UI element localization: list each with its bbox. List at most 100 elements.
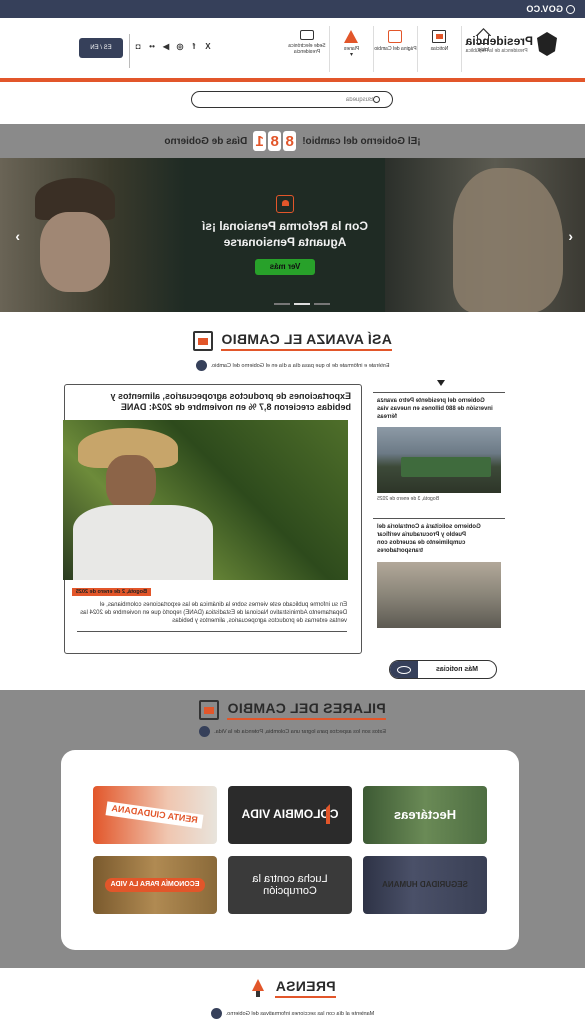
- side-news-item[interactable]: Gobierno solicitará a Contraloría del Pu…: [373, 518, 505, 632]
- side-news-item[interactable]: Gobierno del presidente Petro avanza inv…: [373, 392, 505, 507]
- x-icon[interactable]: X: [204, 42, 212, 51]
- flickr-icon[interactable]: ••: [148, 42, 156, 51]
- counter-digit: 1: [253, 131, 267, 151]
- side-news-title[interactable]: Gobierno solicitará a Contraloría del Pu…: [377, 524, 501, 555]
- news-icon: [432, 30, 447, 43]
- page-root: GOV.CO Presidencia Presidencia de la Rep…: [0, 0, 585, 1024]
- pilares-subtitle: Estos son los aspectos para lograr una C…: [214, 728, 386, 735]
- featured-news-card[interactable]: Exportaciones de productos agropecuarios…: [63, 384, 362, 654]
- prensa-title: PRENSA: [275, 978, 336, 998]
- more-news-button[interactable]: Más noticias: [389, 660, 497, 679]
- nav-item-noticias[interactable]: Noticias: [417, 26, 461, 72]
- search-input[interactable]: [198, 96, 373, 103]
- avanza-title: ASÍ AVANZA EL CAMBIO: [221, 331, 392, 351]
- bullet-icon: [195, 360, 207, 371]
- hero-person-left: [453, 168, 563, 312]
- pilar-tile-colombia-vida[interactable]: COLOMBIA VIDA: [228, 786, 352, 844]
- pilares-title: PILARES DEL CAMBIO: [227, 700, 386, 720]
- crest-icon: [537, 32, 557, 56]
- featured-news-title[interactable]: Exportaciones de productos agropecuarios…: [71, 391, 355, 414]
- featured-news-date: Bogotá, 2 de enero de 2025: [71, 587, 151, 596]
- counter-digit: 8: [268, 131, 282, 151]
- instagram-icon[interactable]: ◎: [176, 42, 184, 51]
- carousel-indicators: [274, 303, 330, 305]
- home-icon: [477, 35, 490, 44]
- header-divider: [129, 34, 130, 68]
- featured-news-text: En su informe publicado este viernes sob…: [80, 601, 347, 624]
- search-icon[interactable]: [373, 96, 380, 103]
- eye-icon: [390, 660, 418, 679]
- side-news-image[interactable]: [377, 427, 501, 494]
- govco-label: GOV.CO: [526, 4, 563, 14]
- pilares-subtitle-row: Estos son los aspectos para lograr una C…: [0, 726, 585, 737]
- govco-icon: [566, 4, 575, 14]
- days-counter-banner: ¡El Gobierno del cambio! 8 8 1 Días de G…: [0, 124, 585, 158]
- bullet-icon: [199, 726, 211, 737]
- farmer-body: [73, 504, 213, 580]
- featured-news-image[interactable]: [63, 419, 348, 580]
- hero-content: Con la Reforma Pensional ¡sí Aguanta Pen…: [185, 158, 385, 312]
- carousel-next-icon[interactable]: ›: [15, 228, 20, 244]
- counter-suffix: Días de Gobierno: [164, 135, 248, 147]
- prensa-subtitle-row: Mantente al día con las secciones inform…: [0, 1008, 585, 1019]
- side-news-date: Bogotá, 3 de enero de 2025: [377, 496, 439, 503]
- pilar-tile-corrupcion[interactable]: Lucha contra la Corrupción: [228, 856, 352, 914]
- pilar-tile-economia[interactable]: ECONOMÍA PARA LA VIDA: [93, 856, 217, 914]
- nav-item-planes[interactable]: Planes ▾: [329, 26, 373, 72]
- carousel-dot[interactable]: [274, 303, 290, 305]
- govco-logo[interactable]: GOV.CO: [526, 4, 575, 14]
- header-accent-line: [0, 78, 585, 82]
- building-icon: [199, 700, 220, 720]
- hero-person-right: [40, 212, 110, 292]
- pilar-tile-label: Lucha contra la Corrupción: [252, 872, 328, 897]
- nav-item-pagina-cambio[interactable]: Página del Cambio: [373, 26, 417, 72]
- bullet-icon: [210, 1008, 222, 1019]
- tree-icon: [344, 30, 359, 43]
- monitor-icon: [300, 30, 314, 40]
- pilar-tile-hectareas[interactable]: Hectáreas: [363, 786, 487, 844]
- scroll-up-icon[interactable]: [437, 380, 445, 386]
- search-bar: [191, 91, 393, 108]
- counter-digits: 8 8 1: [253, 131, 297, 151]
- govco-bar: GOV.CO: [0, 0, 585, 18]
- pilar-tile-seguridad[interactable]: SEGURIDAD HUMANA: [363, 856, 487, 914]
- pilares-panel: [61, 750, 519, 950]
- stripes-icon: [312, 804, 330, 824]
- newspaper-icon: [193, 331, 214, 351]
- nav-label: Página del Cambio: [374, 46, 417, 52]
- side-news-title[interactable]: Gobierno del presidente Petro avanza inv…: [377, 398, 501, 421]
- pilar-tile-label: Hectáreas: [393, 806, 457, 822]
- page-icon: [388, 30, 403, 43]
- hero-carousel: Con la Reforma Pensional ¡sí Aguanta Pen…: [0, 158, 585, 312]
- prensa-heading: PRENSA: [0, 978, 585, 998]
- avanza-subtitle: Entérate e infórmate de lo que pasa día …: [210, 362, 390, 369]
- pension-icon: [276, 195, 294, 214]
- farmer-face: [106, 454, 156, 510]
- carousel-dot[interactable]: [314, 303, 330, 305]
- pilar-tile-label: RENTA CIUDADANA: [106, 801, 204, 829]
- youtube-icon[interactable]: ▶: [162, 42, 170, 51]
- main-nav: Inicio Noticias Página del Cambio Planes…: [285, 26, 505, 72]
- more-news-label: Más noticias: [436, 666, 479, 673]
- tower-icon: [249, 979, 267, 997]
- pilar-tile-label: SEGURIDAD HUMANA: [382, 879, 468, 889]
- nav-item-inicio[interactable]: Inicio: [461, 26, 505, 72]
- nav-label: Noticias: [430, 46, 449, 52]
- carousel-dot-active[interactable]: [294, 303, 310, 305]
- counter-prefix: ¡El Gobierno del cambio!: [302, 135, 421, 147]
- pilar-tile-renta-ciudadana[interactable]: RENTA CIUDADANA: [93, 786, 217, 844]
- divider: [77, 630, 347, 632]
- side-news-image[interactable]: [377, 561, 501, 628]
- carousel-prev-icon[interactable]: ‹: [568, 228, 573, 244]
- hero-title: Con la Reforma Pensional ¡sí Aguanta Pen…: [201, 219, 369, 249]
- avanza-subtitle-row: Entérate e infórmate de lo que pasa día …: [0, 360, 585, 371]
- facebook-icon[interactable]: f: [190, 42, 198, 51]
- prensa-subtitle: Mantente al día con las secciones inform…: [225, 1010, 375, 1017]
- site-header: Presidencia Presidencia de la República …: [0, 18, 585, 78]
- nav-item-sede-electronica[interactable]: Sede electrónica Presidencia: [285, 26, 329, 72]
- counter-digit: 8: [283, 131, 297, 151]
- accessibility-icon[interactable]: ◘: [134, 42, 142, 51]
- hero-cta-button[interactable]: Ver más: [255, 258, 315, 275]
- language-button[interactable]: ES / EN: [79, 38, 123, 58]
- nav-label: Sede electrónica Presidencia: [288, 43, 326, 55]
